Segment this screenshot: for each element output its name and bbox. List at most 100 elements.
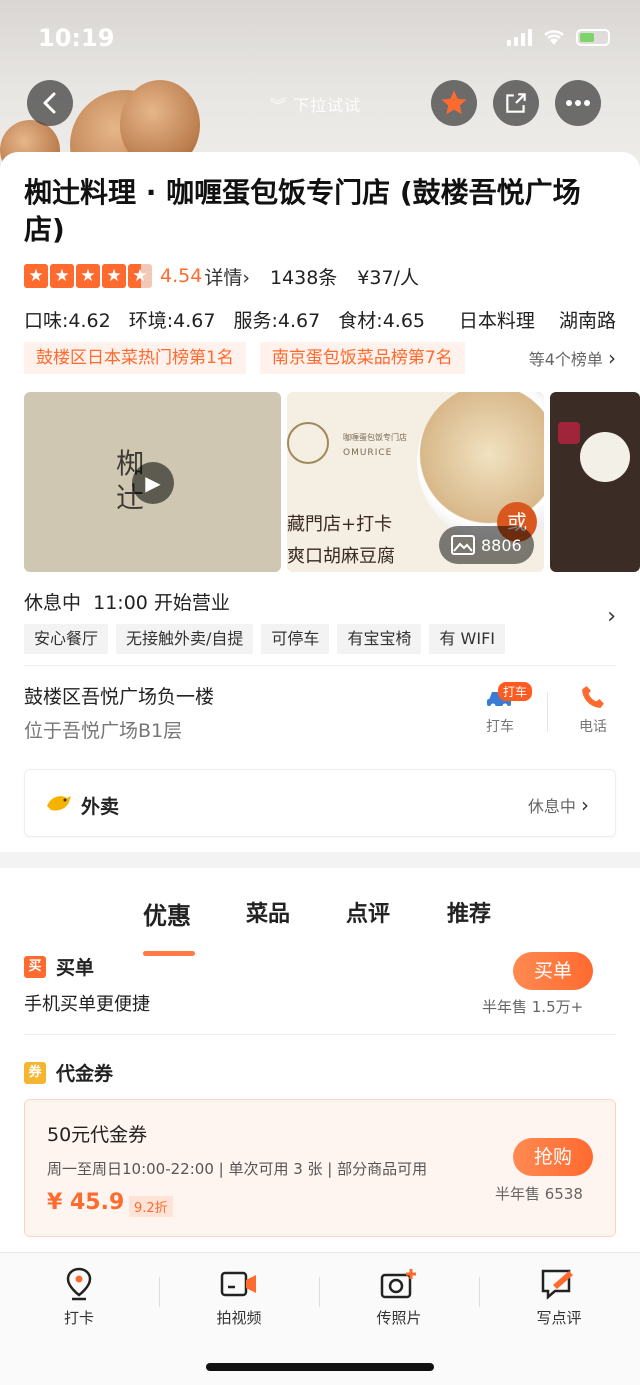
star-icon: ★ [50,264,74,288]
rank-row[interactable]: 鼓楼区日本菜热门榜第1名 南京蛋包饭菜品榜第7名 等4个榜单 › [24,342,616,374]
back-button[interactable] [27,80,73,126]
share-button[interactable] [493,80,539,126]
double-chevron-down-icon: ︾ [270,96,288,115]
shop-title: 椥辻料理 · 咖喱蛋包饭专门店 (鼓楼吾悦广场店) [24,176,581,246]
phone-icon [582,686,604,708]
tab-recommend[interactable]: 推荐 [447,896,491,928]
photo-count-badge[interactable]: 8806 [439,526,534,564]
tab-deals[interactable]: 优惠 [143,896,191,931]
details-link[interactable]: 详情› [204,263,250,290]
score-taste: 口味:4.62 [24,310,111,332]
section-tabs: 优惠 菜品 点评 推荐 [0,896,640,956]
phone-button[interactable]: 电话 [563,684,623,736]
chevron-right-icon: › [581,793,589,817]
cellular-signal-icon [507,28,532,46]
berry-image [558,422,580,444]
tab-dishes[interactable]: 菜品 [246,896,290,928]
deals-section: 优惠 菜品 点评 推荐 买 买单 手机买单更便捷 买单 半年售 1.5万+ 券 … [0,868,640,1258]
pull-hint: ︾ 下拉试试 [270,96,362,115]
avg-price: ¥37/人 [357,266,419,289]
hours-open-text: 11:00 开始营业 [93,592,230,614]
facility-tag: 有 WIFI [429,624,506,654]
takeout-card[interactable]: 外卖 休息中 › [24,769,616,837]
shop-category[interactable]: 日本料理 [459,310,535,332]
maidan-button[interactable]: 买单 [513,952,593,990]
divider [547,692,548,732]
business-hours[interactable]: 休息中 11:00 开始营业 [24,588,230,615]
checkin-button[interactable]: 打卡 [29,1267,129,1328]
photo-strip[interactable]: 椥 辻 ▶ 咖喱蛋包饭专门店 OMURICE 藏門店+打卡 爽口胡麻豆腐 或 8… [24,392,640,572]
chevron-right-icon: › [242,266,250,289]
voucher-title: 券 代金券 [24,1059,113,1086]
half-star-icon: ★ [128,264,152,288]
photo-caption-2: 爽口胡麻豆腐 [287,546,395,567]
divider [24,665,616,666]
hours-status: 休息中 [24,592,82,614]
photo-thumbnail[interactable] [550,392,640,572]
voucher-discount: 9.2折 [129,1196,173,1217]
voucher-card[interactable]: 50元代金券 周一至周日10:00-22:00 | 单次可用 3 张 | 部分商… [24,1099,616,1237]
favorite-button[interactable] [431,80,477,126]
video-thumbnail[interactable]: 椥 辻 ▶ [24,392,281,572]
maidan-sales: 半年售 1.5万+ [482,998,584,1016]
divider [479,1277,480,1307]
rank-more-link[interactable]: 等4个榜单 › [529,346,616,370]
facility-tag: 有宝宝椅 [337,624,422,654]
voucher-sales: 半年售 6538 [495,1185,583,1203]
maidan-title: 买 买单 [24,953,94,980]
rank-tag[interactable]: 鼓楼区日本菜热门榜第1名 [24,342,246,374]
star-icon: ★ [76,264,100,288]
photo-thumbnail[interactable]: 咖喱蛋包饭专门店 OMURICE 藏門店+打卡 爽口胡麻豆腐 或 8806 [287,392,544,572]
tab-reviews[interactable]: 点评 [346,896,390,928]
facility-tag: 安心餐厅 [24,624,109,654]
battery-icon [576,28,610,46]
score-ingredients: 食材:4.65 [338,310,426,332]
takeout-title: 外卖 [81,796,120,818]
voucher-icon: 券 [24,1061,46,1084]
voucher-desc: 周一至周日10:00-22:00 | 单次可用 3 张 | 部分商品可用 [47,1160,428,1178]
chevron-right-icon[interactable]: › [607,604,616,629]
more-button[interactable] [555,80,601,126]
status-time: 10:19 [38,24,115,52]
location-pin-icon [66,1267,92,1301]
play-icon[interactable]: ▶ [132,462,174,504]
camera-plus-icon [380,1269,416,1299]
maidan-subtitle: 手机买单更便捷 [24,994,150,1015]
star-icon: ★ [24,264,48,288]
bottom-action-bar: 打卡 拍视频 传照片 写点评 [0,1252,640,1385]
image-icon [451,535,475,555]
star-icon: ★ [102,264,126,288]
address-line-1[interactable]: 鼓楼区吾悦广场负一楼 [24,682,214,709]
sub-scores-row: 口味:4.62 环境:4.67 服务:4.67 食材:4.65 日本料理 湖南路 [24,306,616,333]
rank-tag[interactable]: 南京蛋包饭菜品榜第7名 [259,342,465,374]
wifi-icon [544,30,564,45]
food-bowl-image [580,432,630,482]
review-count: 1438条 [269,266,338,289]
write-review-button[interactable]: 写点评 [509,1267,609,1328]
back-arrow-icon [43,92,56,114]
rating-score: 4.54 [160,265,203,287]
rating-row[interactable]: ★ ★ ★ ★ ★ 4.54 详情› 1438条 ¥37/人 [24,262,419,290]
taxi-badge: 打车 [498,682,533,701]
status-bar: 10:19 [0,0,640,70]
photo-caption-1: 藏門店+打卡 [287,514,393,535]
photo-brand-text: OMURICE [343,448,393,458]
facility-tag: 可停车 [261,624,330,654]
facility-tag: 无接触外卖/自提 [116,624,254,654]
photo-small-text: 咖喱蛋包饭专门店 [343,433,407,442]
active-tab-indicator [143,951,195,956]
shop-area[interactable]: 湖南路 [559,310,616,332]
score-environment: 环境:4.67 [128,310,216,332]
divider [159,1277,160,1307]
delivery-kangaroo-icon [47,796,71,811]
edit-review-icon [541,1269,573,1300]
upload-photo-button[interactable]: 传照片 [349,1267,449,1328]
star-icon [441,90,467,115]
record-video-button[interactable]: 拍视频 [189,1267,289,1328]
buy-voucher-button[interactable]: 抢购 [513,1138,593,1176]
score-service: 服务:4.67 [233,310,321,332]
divider [24,1034,616,1035]
divider [319,1277,320,1307]
voucher-name: 50元代金券 [47,1124,148,1146]
takeout-status: 休息中 › [527,793,589,817]
